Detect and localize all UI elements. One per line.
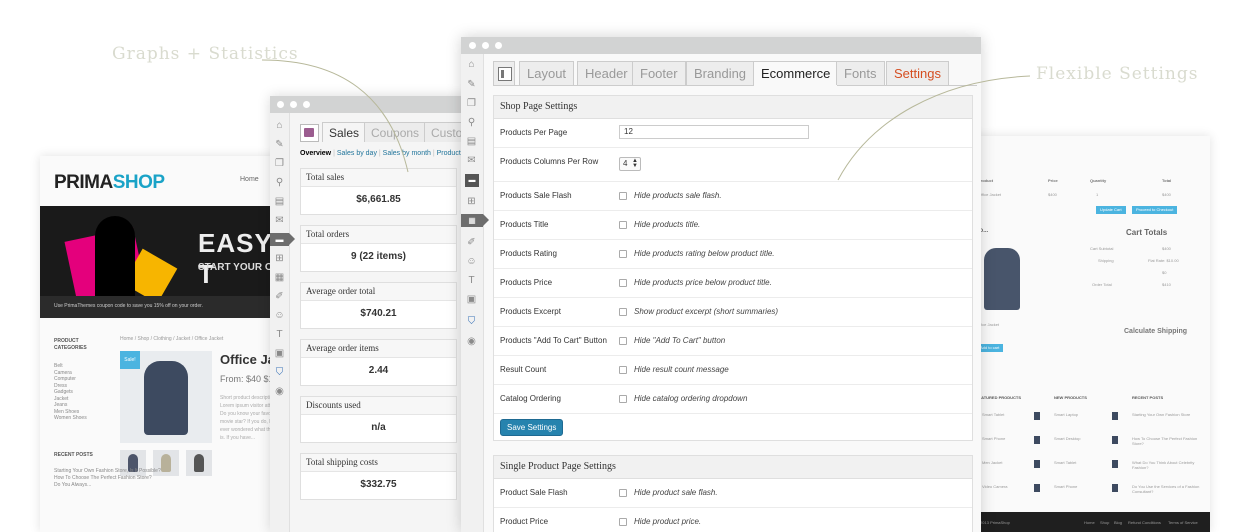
connector-settings	[837, 75, 1031, 181]
callout-connectors	[261, 59, 1031, 181]
connector-graphs	[261, 59, 409, 173]
